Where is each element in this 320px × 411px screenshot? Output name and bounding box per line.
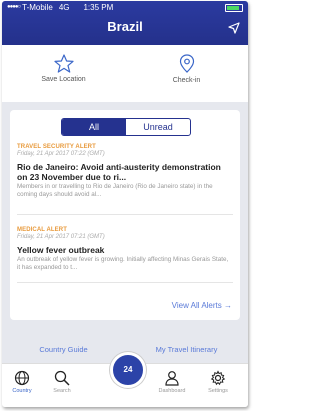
carrier: T-Mobile (22, 3, 53, 12)
battery-icon (225, 3, 243, 12)
save-location-label: Save Location (41, 76, 86, 83)
alert-filter-toggle[interactable]: All Unread (61, 118, 191, 136)
app-screen: ●●●●○ T-Mobile 4G 1:35 PM Brazil Save Lo… (2, 1, 248, 407)
page-title: Brazil (107, 19, 143, 34)
alert-item[interactable]: MEDICAL ALERT Friday, 21 Apr 2017 07:21 … (17, 227, 233, 272)
tab-search-label: Search (53, 388, 71, 394)
signal-icon: ●●●●○ (7, 4, 21, 10)
gear-icon (210, 370, 226, 386)
header: ●●●●○ T-Mobile 4G 1:35 PM Brazil (2, 1, 248, 45)
alert-type: TRAVEL SECURITY ALERT (17, 144, 96, 150)
alert-headline: Rio de Janeiro: Avoid anti-austerity dem… (17, 162, 221, 182)
tab-settings[interactable]: Settings (198, 370, 238, 394)
view-all-alerts-link[interactable]: View All Alerts → (172, 301, 232, 310)
star-icon (53, 54, 74, 73)
clock: 1:35 PM (83, 3, 114, 12)
tab-country-label: Country (12, 388, 32, 394)
person-icon (165, 371, 179, 386)
alert-date: Friday, 21 Apr 2017 07:22 (GMT) (17, 151, 105, 157)
alert-date: Friday, 21 Apr 2017 07:21 (GMT) (17, 234, 105, 240)
action-bar: Save Location Check-in (2, 45, 248, 102)
alert-item[interactable]: TRAVEL SECURITY ALERT Friday, 21 Apr 201… (17, 144, 233, 199)
alerts-card: All Unread TRAVEL SECURITY ALERT Friday,… (10, 110, 240, 320)
alert-type: MEDICAL ALERT (17, 227, 67, 233)
search-icon (54, 370, 70, 386)
tab-country[interactable]: Country (2, 370, 42, 394)
tab-dashboard[interactable]: Dashboard (152, 370, 192, 394)
tab-bar: Country Search 24 Dashboard Settings (2, 352, 248, 407)
divider (17, 282, 233, 283)
map-pin-icon (179, 54, 194, 73)
country-guide-link[interactable]: Country Guide (2, 337, 125, 362)
travel-itinerary-link[interactable]: My Travel Itinerary (125, 337, 248, 362)
alert-headline: Yellow fever outbreak (17, 245, 105, 255)
check-in-button[interactable]: Check-in (125, 45, 248, 102)
location-arrow-icon[interactable] (228, 22, 240, 34)
tab-search[interactable]: Search (42, 370, 82, 394)
save-location-button[interactable]: Save Location (2, 45, 125, 102)
globe-icon (14, 370, 30, 386)
tab-dashboard-label: Dashboard (158, 388, 186, 394)
divider (17, 214, 233, 215)
tab-settings-label: Settings (208, 388, 228, 394)
tab-unread[interactable]: Unread (126, 119, 190, 135)
alert-body: An outbreak of yellow fever is growing. … (17, 256, 229, 271)
tab-all[interactable]: All (62, 119, 126, 135)
alert-body: Members in or travelling to Rio de Janei… (17, 183, 213, 198)
network-type: 4G (58, 3, 70, 12)
sos-24-button[interactable]: 24 (110, 352, 146, 388)
status-bar: ●●●●○ T-Mobile 4G 1:35 PM (2, 1, 248, 14)
check-in-label: Check-in (172, 77, 201, 84)
